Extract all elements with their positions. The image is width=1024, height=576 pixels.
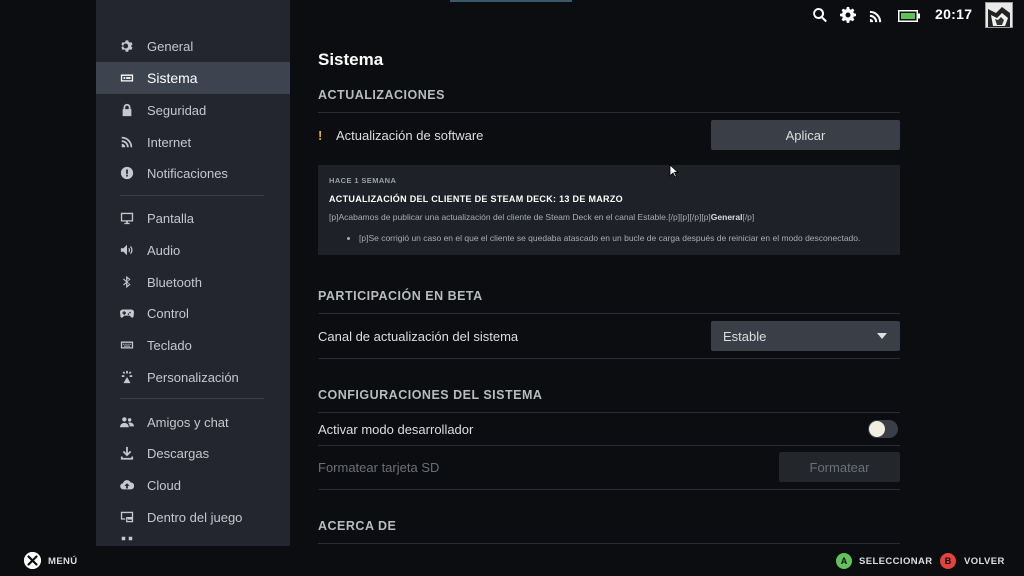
sidebar-item-sistema[interactable]: Sistema xyxy=(96,62,290,94)
toggle-knob xyxy=(869,421,885,437)
sidebar-item-audio[interactable]: Audio xyxy=(96,235,290,265)
beta-channel-value: Estable xyxy=(723,328,767,344)
sidebar-item-pantalla[interactable]: Pantalla xyxy=(96,203,290,233)
section-beta-title: PARTICIPACIÓN EN BETA xyxy=(318,289,483,303)
a-button-icon[interactable]: A xyxy=(836,553,852,569)
sidebar-item-seguridad[interactable]: Seguridad xyxy=(96,95,290,125)
sidebar-item-general[interactable]: General xyxy=(96,31,290,61)
sidebar-item-more[interactable] xyxy=(96,536,290,546)
sidebar-item-descargas[interactable]: Descargas xyxy=(96,438,290,468)
sidebar-item-bluetooth[interactable]: Bluetooth xyxy=(96,267,290,297)
sidebar-item-label: Sistema xyxy=(147,70,198,86)
sidebar-item-label: Notificaciones xyxy=(147,165,228,181)
wifi-icon xyxy=(120,135,134,149)
section-about-title: ACERCA DE xyxy=(318,519,397,533)
update-notes-panel[interactable]: HACE 1 SEMANA ACTUALIZACIÓN DEL CLIENTE … xyxy=(318,165,900,255)
apply-update-button[interactable]: Aplicar xyxy=(711,120,900,150)
page-title: Sistema xyxy=(318,50,384,69)
cloud-icon xyxy=(120,478,134,492)
news-bullet: [p]Se corrigió un caso en el que el clie… xyxy=(359,232,889,245)
news-headline: ACTUALIZACIÓN DEL CLIENTE DE STEAM DECK:… xyxy=(329,194,623,204)
speaker-icon xyxy=(120,243,134,257)
sidebar-item-label: Audio xyxy=(147,242,181,258)
sidebar-item-label: Amigos y chat xyxy=(147,414,229,430)
bluetooth-icon xyxy=(120,275,134,289)
sidebar-divider xyxy=(120,398,264,399)
sidebar-item-label: Bluetooth xyxy=(147,274,202,290)
sidebar-divider xyxy=(120,195,264,196)
dev-mode-row: Activar modo desarrollador xyxy=(318,412,900,445)
sidebar-item-teclado[interactable]: Teclado xyxy=(96,330,290,360)
more-icon xyxy=(120,536,134,546)
alert-icon xyxy=(120,166,134,180)
sidebar-item-control[interactable]: Control xyxy=(96,298,290,328)
sidebar-item-internet[interactable]: Internet xyxy=(96,127,290,157)
sidebar-item-personalizacion[interactable]: Personalización xyxy=(96,362,290,392)
beta-channel-label: Canal de actualización del sistema xyxy=(318,328,519,344)
sidebar-item-label: Control xyxy=(147,305,189,321)
select-label[interactable]: SELECCIONAR xyxy=(859,556,933,567)
warning-icon: ! xyxy=(318,128,323,143)
footer-bar: MENÚ A SELECCIONAR B VOLVER xyxy=(0,546,1024,576)
sidebar-item-dentro-del-juego[interactable]: Dentro del juego xyxy=(96,502,290,532)
keyboard-icon xyxy=(120,338,134,352)
sidebar-item-label: Descargas xyxy=(147,445,210,461)
sidebar-item-label: Teclado xyxy=(147,337,192,353)
sidebar-item-label: Dentro del juego xyxy=(147,509,243,525)
ingame-icon xyxy=(120,510,134,524)
sidebar-item-cloud[interactable]: Cloud xyxy=(96,470,290,500)
settings-sidebar: General Sistema Seguridad Internet Notif… xyxy=(96,0,290,546)
sidebar-item-notificaciones[interactable]: Notificaciones xyxy=(96,158,290,188)
format-sd-button[interactable]: Formatear xyxy=(779,452,900,482)
news-body: [p]Acabamos de publicar una actualizació… xyxy=(329,212,755,222)
gear-icon xyxy=(120,39,134,53)
news-date: HACE 1 SEMANA xyxy=(329,176,397,185)
gamepad-icon xyxy=(120,306,134,320)
lock-icon xyxy=(120,103,134,117)
menu-label[interactable]: MENÚ xyxy=(48,556,78,567)
section-updates-title: ACTUALIZACIONES xyxy=(318,88,445,102)
beta-channel-select[interactable]: Estable xyxy=(711,321,900,351)
sidebar-item-label: Internet xyxy=(147,134,192,150)
format-sd-label: Formatear tarjeta SD xyxy=(318,460,440,475)
sparkle-icon xyxy=(120,370,134,384)
chevron-down-icon xyxy=(877,333,887,339)
back-label[interactable]: VOLVER xyxy=(964,556,1005,567)
news-list: [p]Se corrigió un caso en el que el clie… xyxy=(359,232,889,245)
sidebar-item-label: Pantalla xyxy=(147,210,194,226)
cursor-icon xyxy=(669,164,680,183)
monitor-icon xyxy=(120,211,134,225)
sidebar-item-label: General xyxy=(147,38,194,54)
friends-icon xyxy=(120,415,134,429)
xbox-button-icon[interactable] xyxy=(24,552,41,569)
system-icon xyxy=(120,71,134,85)
dev-mode-label: Activar modo desarrollador xyxy=(318,421,474,437)
download-icon xyxy=(120,446,134,460)
sidebar-item-label: Personalización xyxy=(147,369,239,385)
dev-mode-toggle[interactable] xyxy=(868,420,898,438)
section-config-title: CONFIGURACIONES DEL SISTEMA xyxy=(318,388,543,402)
sidebar-item-label: Seguridad xyxy=(147,102,207,118)
sidebar-item-label: Cloud xyxy=(147,477,181,493)
settings-main: Sistema ACTUALIZACIONES ! Actualización … xyxy=(290,0,1024,546)
software-update-label: Actualización de software xyxy=(336,128,484,143)
sidebar-item-amigos[interactable]: Amigos y chat xyxy=(96,407,290,437)
b-button-icon[interactable]: B xyxy=(940,553,956,569)
